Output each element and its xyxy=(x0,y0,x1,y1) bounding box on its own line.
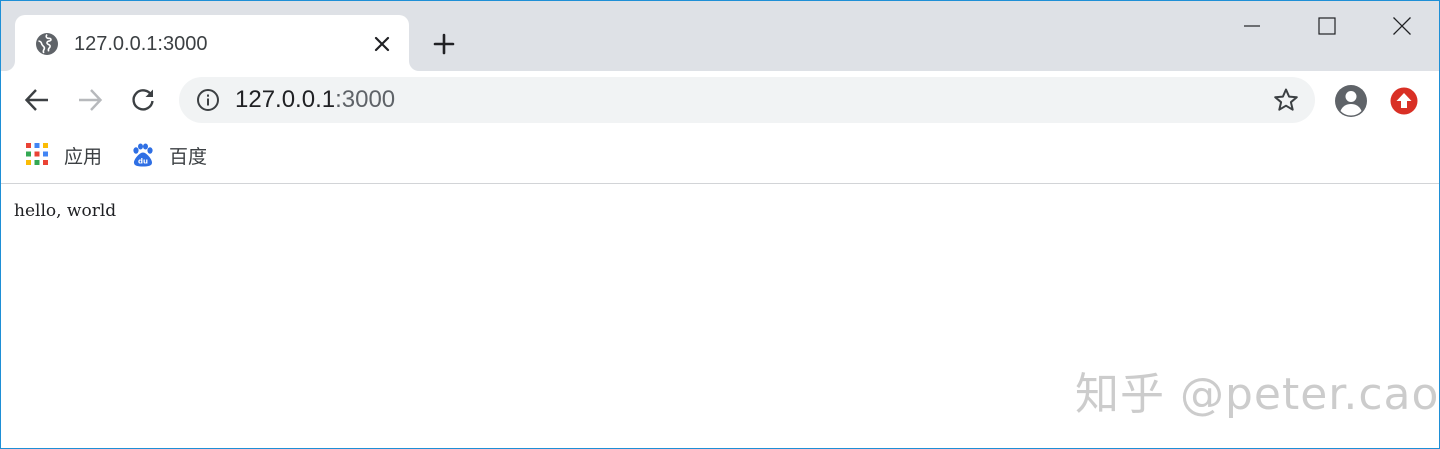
info-icon[interactable] xyxy=(196,88,220,112)
baidu-paw-icon: du xyxy=(133,143,153,167)
bookmark-baidu[interactable]: du 百度 xyxy=(131,141,207,169)
close-icon xyxy=(374,36,390,52)
browser-toolbar: 127.0.0.1:3000 xyxy=(1,71,1439,129)
svg-text:du: du xyxy=(138,158,148,166)
browser-window: 127.0.0.1:3000 127.0.0.1:3000 应用 du 百度 h… xyxy=(0,0,1440,449)
bookmark-apps-label: 应用 xyxy=(64,145,103,168)
active-tab[interactable]: 127.0.0.1:3000 xyxy=(15,15,409,71)
page-body-text: hello, world xyxy=(14,201,117,221)
arrow-right-icon xyxy=(79,89,103,111)
back-button[interactable] xyxy=(22,85,52,115)
profile-avatar-icon[interactable] xyxy=(1334,84,1368,118)
url-port: :3000 xyxy=(335,86,396,113)
window-close-button[interactable] xyxy=(1366,1,1438,51)
bookmark-apps[interactable]: 应用 xyxy=(26,141,102,169)
minimize-button[interactable] xyxy=(1216,1,1288,51)
star-icon[interactable] xyxy=(1273,87,1299,113)
bookmarks-bar: 应用 du 百度 xyxy=(1,129,1439,184)
new-tab-button[interactable] xyxy=(429,29,459,59)
url-host: 127.0.0.1 xyxy=(235,86,336,113)
extension-upload-icon[interactable] xyxy=(1390,87,1418,115)
address-bar[interactable]: 127.0.0.1:3000 xyxy=(179,77,1315,123)
bookmark-baidu-label: 百度 xyxy=(169,145,208,168)
tab-strip: 127.0.0.1:3000 xyxy=(1,1,1439,71)
plus-icon xyxy=(433,33,455,55)
reload-icon xyxy=(132,89,154,111)
apps-grid-icon xyxy=(26,143,48,165)
reload-button[interactable] xyxy=(128,85,158,115)
forward-button[interactable] xyxy=(75,85,105,115)
watermark-text: 知乎 @peter.cao xyxy=(1075,369,1440,420)
tab-close-button[interactable] xyxy=(369,31,395,57)
maximize-icon xyxy=(1318,17,1336,35)
tab-title: 127.0.0.1:3000 xyxy=(74,33,208,55)
url-text[interactable]: 127.0.0.1:3000 xyxy=(235,86,395,114)
minimize-icon xyxy=(1244,25,1260,27)
maximize-button[interactable] xyxy=(1291,1,1363,51)
globe-icon xyxy=(36,33,58,55)
page-content: hello, world 知乎 @peter.cao xyxy=(1,184,1439,448)
window-close-icon xyxy=(1393,17,1411,35)
arrow-left-icon xyxy=(24,89,48,111)
